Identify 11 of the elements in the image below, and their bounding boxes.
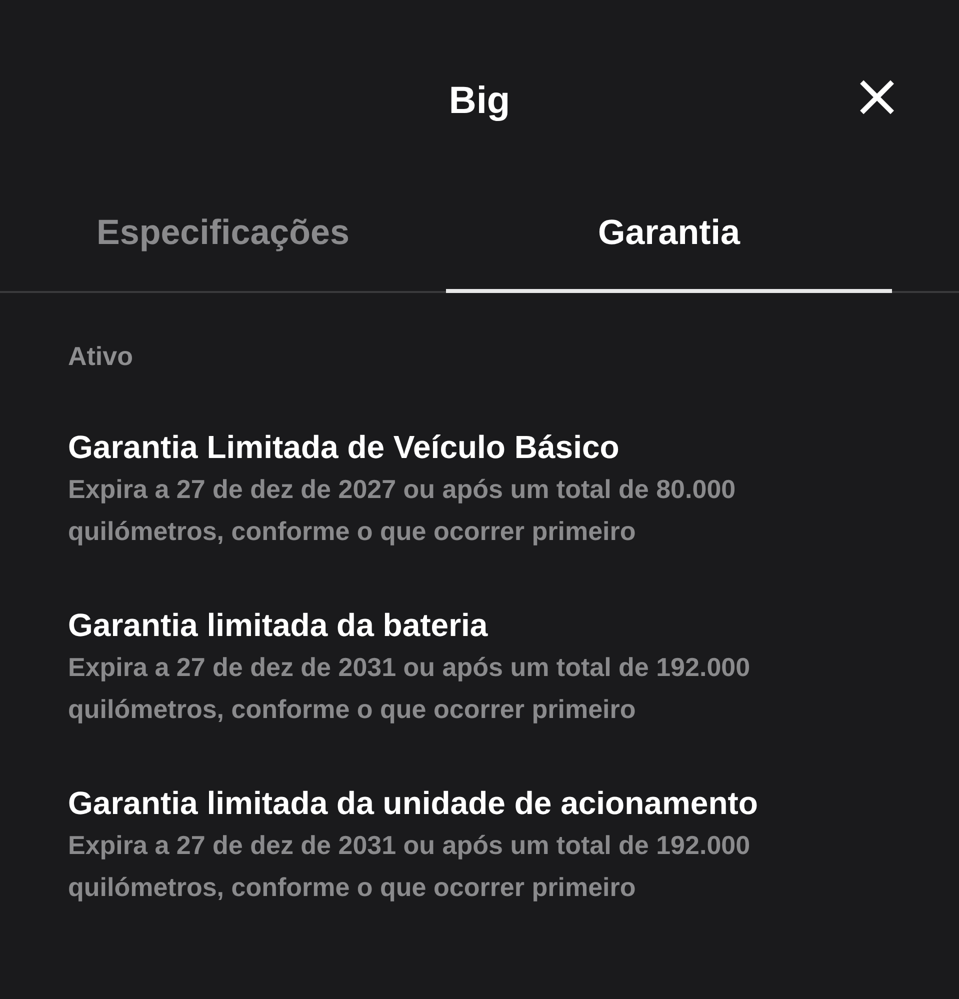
warranty-description: Expira a 27 de dez de 2031 ou após um total de 192.000 quilómetros, conforme o que ocorrer primeiro bbox=[68, 829, 752, 904]
warranty-title: Garantia limitada da bateria bbox=[68, 606, 489, 645]
warranty-description: Expira a 27 de dez de 2027 ou após um total de 80.000 quilómetros, conforme o que ocorrer primeiro bbox=[68, 473, 737, 548]
warranty-title: Garantia Limitada de Veículo Básico bbox=[68, 428, 620, 467]
tab[interactable]: Especificações bbox=[0, 205, 446, 293]
tab[interactable]: Garantia bbox=[446, 205, 892, 293]
warranty-title: Garantia limitada da unidade de acionamento bbox=[68, 784, 759, 823]
section-heading: Ativo bbox=[68, 341, 134, 372]
close-button[interactable]: × bbox=[857, 70, 897, 122]
modal-title: Big bbox=[448, 80, 510, 123]
warranty-description: Expira a 27 de dez de 2031 ou após um total de 192.000 quilómetros, conforme o que ocorrer primeiro bbox=[68, 651, 752, 726]
